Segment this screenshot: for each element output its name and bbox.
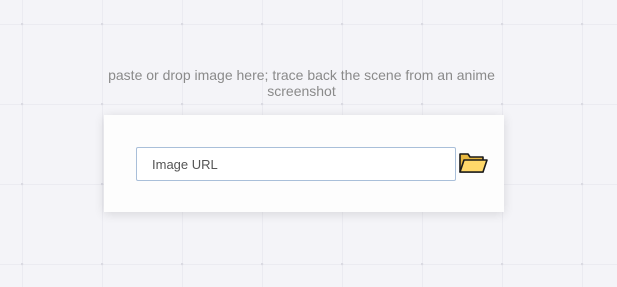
instruction-text: paste or drop image here; trace back the… [108, 67, 495, 99]
image-url-input[interactable] [136, 147, 456, 181]
open-file-button[interactable] [458, 149, 488, 175]
folder-icon [459, 153, 488, 173]
upload-panel [104, 115, 504, 212]
